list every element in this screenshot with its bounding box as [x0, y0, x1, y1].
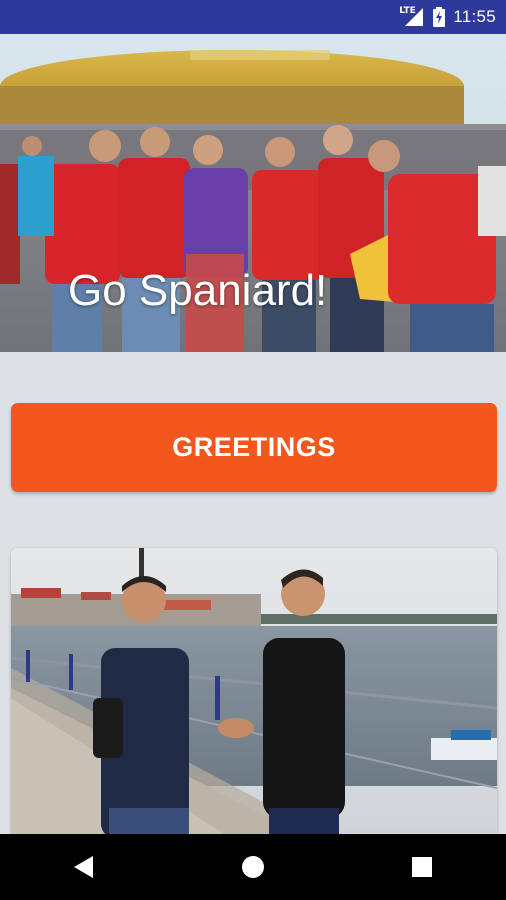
status-bar: LTE 11:55	[0, 0, 506, 34]
handshake-photo	[11, 548, 497, 838]
network-label: LTE	[399, 6, 416, 16]
status-icons: LTE 11:55	[399, 0, 496, 34]
lte-signal-icon: LTE	[399, 6, 425, 28]
greetings-button[interactable]: GREETINGS	[11, 403, 497, 492]
recents-icon[interactable]	[392, 845, 452, 889]
home-icon[interactable]	[223, 845, 283, 889]
hero-image: Go Spaniard!	[0, 34, 506, 352]
back-icon[interactable]	[54, 845, 114, 889]
battery-charging-icon	[433, 7, 446, 27]
clock: 11:55	[453, 7, 496, 26]
greeting-photo-card	[11, 548, 497, 838]
navigation-bar	[0, 834, 506, 900]
hero-caption: Go Spaniard!	[68, 266, 328, 315]
